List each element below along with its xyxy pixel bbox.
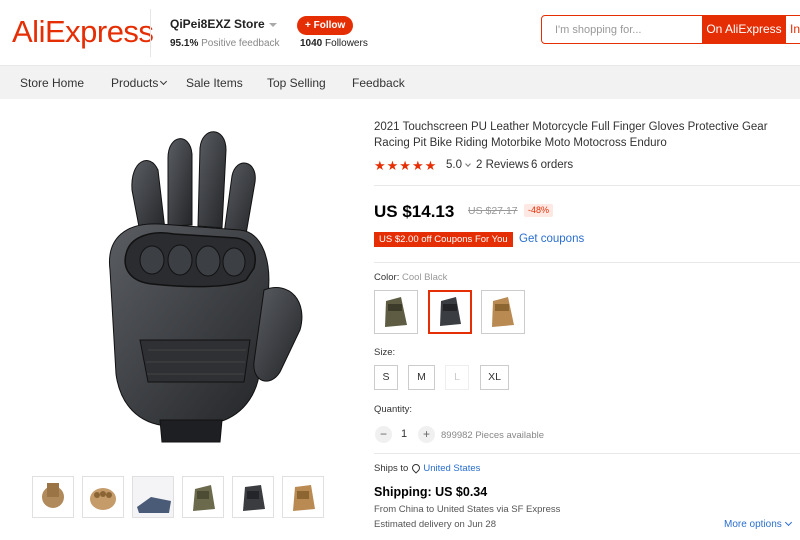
divider [374,262,800,263]
header: AliExpress QiPei8EXZ Store 95.1% Positiv… [0,0,800,65]
size-option-m[interactable]: M [408,365,435,390]
search-bar: On AliExpress In [541,15,800,44]
quantity-increase-button[interactable]: + [418,426,435,443]
glove-icon [385,297,407,327]
header-divider [150,9,151,57]
coupon-badge: US $2.00 off Coupons For You [374,232,513,247]
glove-icon [243,485,265,511]
product-title: 2021 Touchscreen PU Leather Motorcycle F… [374,121,768,149]
nav-sale-items[interactable]: Sale Items [186,76,243,90]
nav-products[interactable]: Products [111,76,168,90]
chevron-down-icon[interactable] [784,518,792,527]
aliexpress-logo[interactable]: AliExpress [12,14,154,50]
color-selected: Cool Black [401,272,448,283]
followers-text: Followers [325,38,368,49]
estimated-delivery: Estimated delivery on Jun 28 [374,519,496,530]
pieces-available: 899982 Pieces available [441,430,544,441]
glove-icon [492,297,514,327]
more-options-text[interactable]: More options [724,519,782,530]
orders-count: 6 orders [531,159,574,171]
product-main-image[interactable] [40,120,340,460]
color-swatch-brown[interactable] [481,290,525,334]
nav-feedback[interactable]: Feedback [352,76,405,90]
glove-icon [293,485,315,511]
followers-count: 1040 Followers [300,38,368,49]
ships-to-country-link[interactable]: United States [423,463,480,474]
store-positive-feedback: 95.1% Positive feedback [170,38,280,49]
thumbnail[interactable] [132,476,174,518]
caret-down-icon[interactable] [268,22,277,27]
search-input[interactable] [542,16,702,43]
nav-products-label[interactable]: Products [111,76,158,90]
color-label: Color: Cool Black [374,272,447,283]
more-options-link[interactable]: More options [724,518,792,530]
positive-feedback-text: Positive feedback [201,38,280,49]
current-price: US $14.13 [374,202,455,221]
glove-icon [440,297,461,326]
divider [374,185,800,186]
thumbnail[interactable] [232,476,274,518]
shipping-route: From China to United States via SF Expre… [374,504,561,515]
glove-icon [133,477,173,517]
store-name[interactable]: QiPei8EXZ Store [170,17,277,31]
positive-feedback-pct: 95.1% [170,38,199,49]
followers-number: 1040 [300,38,323,49]
size-option-s[interactable]: S [374,365,398,390]
store-nav: Store Home Products Sale Items Top Selli… [0,65,800,99]
discount-badge: -48% [524,204,554,217]
glove-icon [42,483,64,508]
nav-store-home[interactable]: Store Home [20,76,84,90]
rating-value-text[interactable]: 5.0 [446,159,462,171]
search-in-store-button[interactable]: In [788,16,800,43]
star-rating-icon: ★★★★★ [374,158,438,173]
color-swatch-cool-black[interactable] [428,290,472,334]
quantity-value[interactable]: 1 [396,428,412,440]
search-on-aliexpress-button[interactable]: On AliExpress [702,15,786,44]
color-swatch-olive[interactable] [374,290,418,334]
thumbnail[interactable] [182,476,224,518]
size-label: Size: [374,347,396,358]
divider [374,453,800,454]
rating-value[interactable]: 5.0 [446,159,471,171]
ships-to: Ships to United States [374,462,480,474]
location-pin-icon [410,462,422,474]
glove-icon [193,485,215,511]
follow-button[interactable]: + Follow [297,16,354,35]
chevron-down-icon[interactable] [160,77,168,86]
thumbnail[interactable] [32,476,74,518]
thumbnail[interactable] [282,476,324,518]
get-coupons-link[interactable]: Get coupons [519,233,584,245]
shipping-price: Shipping: US $0.34 [374,485,488,499]
store-name-text[interactable]: QiPei8EXZ Store [170,17,265,31]
original-price: US $27.17 [468,205,518,217]
size-option-xl[interactable]: XL [480,365,509,390]
chevron-down-icon[interactable] [465,161,471,167]
quantity-decrease-button[interactable]: − [375,426,392,443]
quantity-label: Quantity: [374,404,413,415]
size-option-l[interactable]: L [445,365,469,390]
color-label-text: Color: [374,272,400,283]
thumbnail[interactable] [82,476,124,518]
nav-top-selling[interactable]: Top Selling [267,76,326,90]
reviews-link[interactable]: 2 Reviews [476,159,529,171]
ships-to-label: Ships to [374,463,409,474]
glove-icon [90,488,116,510]
